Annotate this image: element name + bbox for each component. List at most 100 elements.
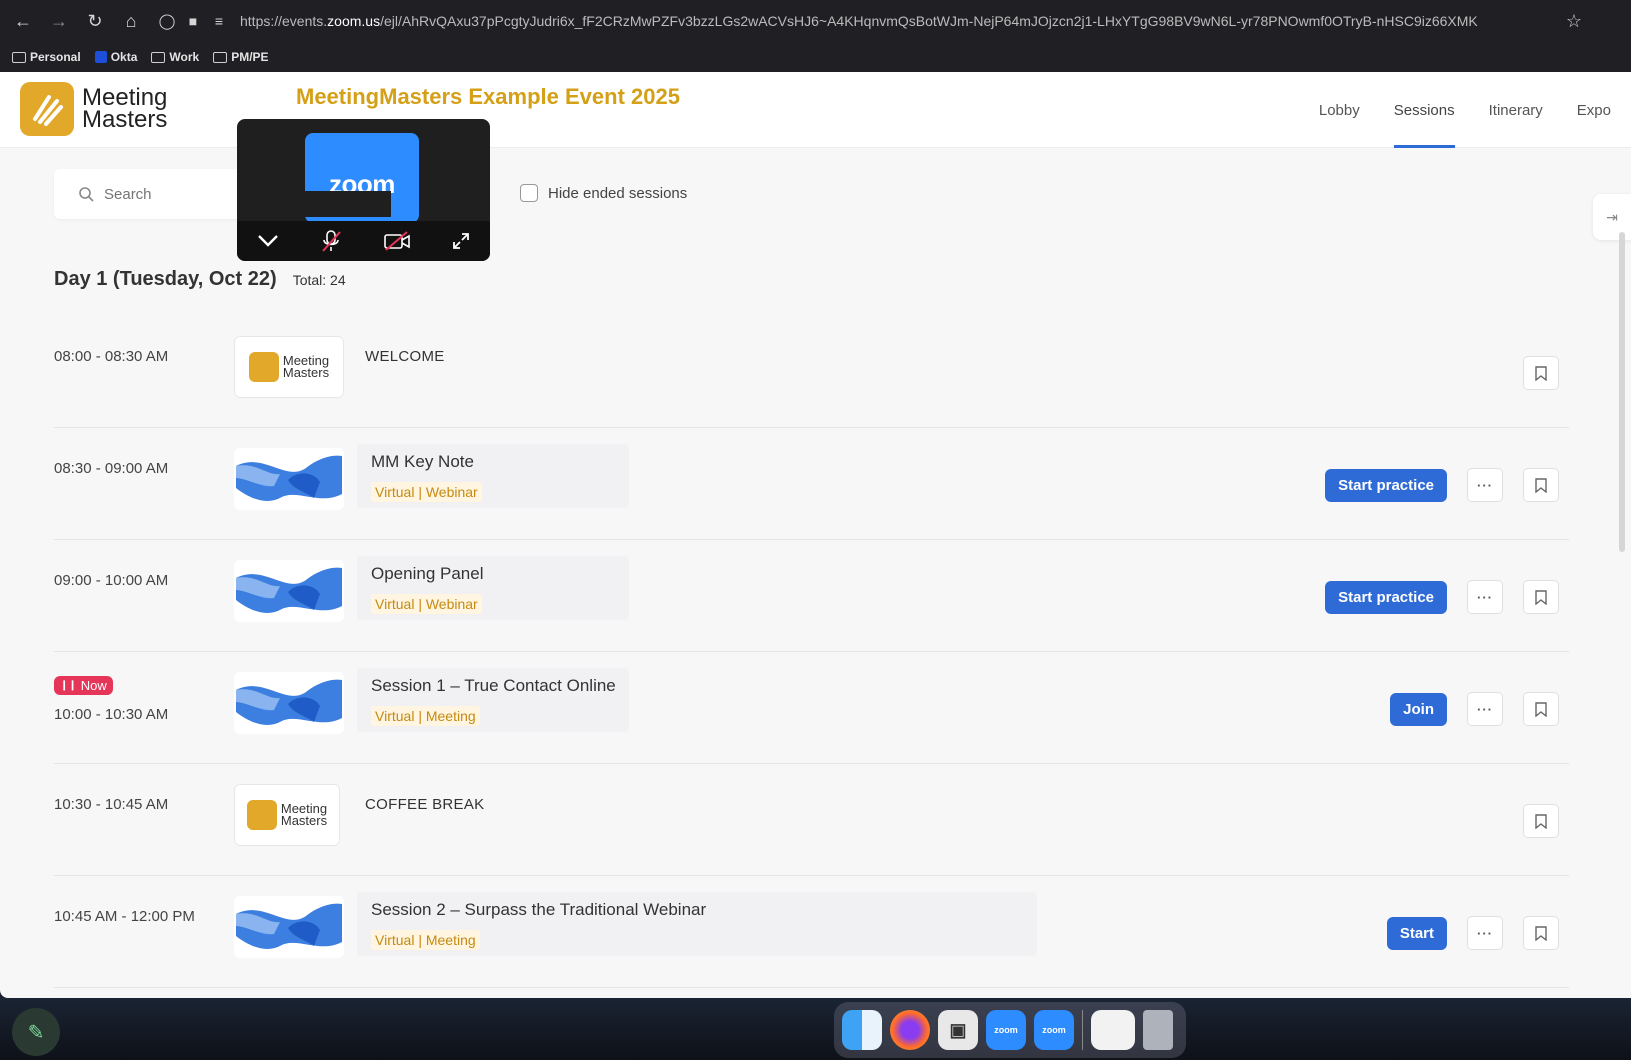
collapse-panel-icon[interactable]: ⇥ xyxy=(1593,194,1631,240)
url-prefix: https://events. xyxy=(240,13,328,29)
session-card[interactable]: Opening Panel Virtual | Webinar xyxy=(357,556,629,620)
zoom-app-icon[interactable]: zoom xyxy=(986,1010,1026,1050)
session-time: 10:30 - 10:45 AM xyxy=(54,796,169,813)
bookmarks-bar: Personal Okta Work PM/PE xyxy=(0,42,1631,72)
bookmark-label: PM/PE xyxy=(231,50,269,64)
forward-icon[interactable]: → xyxy=(46,8,72,34)
session-title: Opening Panel xyxy=(371,564,484,583)
video-off-icon[interactable] xyxy=(383,231,411,251)
now-label: Now xyxy=(80,678,107,693)
lock-icon[interactable]: ■ xyxy=(180,8,206,34)
zoom-mini-window[interactable]: zoom xyxy=(237,119,490,261)
reload-icon[interactable]: ↻ xyxy=(82,8,108,34)
bookmark-pm-pe[interactable]: PM/PE xyxy=(213,50,269,64)
hide-ended-checkbox[interactable] xyxy=(520,184,538,202)
dock: ▣ zoom zoom xyxy=(834,1002,1186,1058)
session-tag: Virtual | Meeting xyxy=(371,706,480,726)
session-tag: Virtual | Webinar xyxy=(371,594,482,614)
expand-icon[interactable] xyxy=(452,232,470,250)
session-title[interactable]: COFFEE BREAK xyxy=(365,796,484,813)
start-practice-button[interactable]: Start practice xyxy=(1325,468,1447,502)
address-bar[interactable]: https://events.zoom.us/ejl/AhRvQAxu37pPc… xyxy=(240,13,1560,29)
bookmark-button[interactable] xyxy=(1523,580,1559,614)
bookmark-personal[interactable]: Personal xyxy=(12,50,81,64)
session-row: 09:00 - 10:00 AM Opening Panel Virtual |… xyxy=(54,540,1569,652)
mic-muted-icon[interactable] xyxy=(320,229,342,253)
session-card[interactable]: Session 2 – Surpass the Traditional Webi… xyxy=(357,892,1037,956)
zoom-controls xyxy=(237,221,490,261)
nav-sessions[interactable]: Sessions xyxy=(1393,72,1455,148)
session-time: 09:00 - 10:00 AM xyxy=(54,572,169,589)
bookmark-icon xyxy=(1535,589,1547,605)
more-options-button[interactable]: ··· xyxy=(1467,580,1503,614)
bookmark-star-icon[interactable]: ☆ xyxy=(1561,8,1587,34)
session-title[interactable]: WELCOME xyxy=(365,348,445,365)
main-nav: Lobby Sessions Itinerary Expo xyxy=(1319,72,1611,148)
bookmark-button[interactable] xyxy=(1523,916,1559,950)
thumb-logo-text: Meeting Masters xyxy=(280,801,328,828)
bookmark-button[interactable] xyxy=(1523,356,1559,390)
bookmark-label: Work xyxy=(169,50,200,64)
zoom-workplace-icon[interactable]: zoom xyxy=(1034,1010,1074,1050)
bookmark-button[interactable] xyxy=(1523,468,1559,502)
screenshot-icon[interactable]: ▣ xyxy=(938,1010,978,1050)
bookmark-icon xyxy=(1535,701,1547,717)
session-card[interactable]: Session 1 – True Contact Online Virtual … xyxy=(357,668,629,732)
search-icon xyxy=(79,187,94,202)
chevron-down-icon[interactable] xyxy=(257,234,279,248)
home-icon[interactable]: ⌂ xyxy=(118,8,144,34)
session-row: 08:30 - 09:00 AM MM Key Note Virtual | W… xyxy=(54,428,1569,540)
row-actions: Start ··· xyxy=(1386,916,1559,950)
meetingmasters-logo-icon: Meeting Masters xyxy=(234,336,344,398)
session-row: 10:30 - 10:45 AM Meeting Masters COFFEE B… xyxy=(54,764,1569,876)
nav-itinerary[interactable]: Itinerary xyxy=(1489,72,1543,148)
folder-icon xyxy=(213,51,228,63)
session-row: 10:45 AM - 12:00 PM Session 2 – Surpass … xyxy=(54,876,1569,988)
meetingmasters-logo-icon: Meeting Masters xyxy=(234,784,340,846)
scrollbar[interactable] xyxy=(1619,232,1625,552)
session-card[interactable]: MM Key Note Virtual | Webinar xyxy=(357,444,629,508)
hide-ended-label: Hide ended sessions xyxy=(548,184,688,202)
session-title: MM Key Note xyxy=(371,452,474,471)
nav-expo[interactable]: Expo xyxy=(1577,72,1611,148)
more-options-button[interactable]: ··· xyxy=(1467,916,1503,950)
more-options-button[interactable]: ··· xyxy=(1467,468,1503,502)
session-thumbnail xyxy=(234,448,344,510)
zoom-wave-icon xyxy=(234,672,344,734)
start-practice-button[interactable]: Start practice xyxy=(1325,580,1447,614)
nav-lobby[interactable]: Lobby xyxy=(1319,72,1360,148)
permissions-icon[interactable]: ≡ xyxy=(206,8,232,34)
row-actions: Start practice ··· xyxy=(1325,580,1559,614)
bookmark-icon xyxy=(1535,813,1547,829)
pen-icon[interactable]: ✎ xyxy=(12,1008,60,1056)
desktop-dock-area: ✎ ▣ zoom zoom xyxy=(0,998,1631,1060)
shield-icon[interactable]: ◯ xyxy=(154,8,180,34)
bookmark-button[interactable] xyxy=(1523,692,1559,726)
folder-icon xyxy=(12,51,26,63)
zoom-wave-icon xyxy=(234,448,344,510)
preview-icon[interactable] xyxy=(1091,1010,1135,1050)
bookmark-button[interactable] xyxy=(1523,804,1559,838)
back-icon[interactable]: ← xyxy=(10,8,36,34)
site-logo[interactable]: Meeting Masters xyxy=(20,82,167,136)
live-icon: ❙❙ xyxy=(60,680,77,691)
row-actions xyxy=(1523,804,1559,838)
join-button[interactable]: Join xyxy=(1390,692,1447,726)
zoom-wave-icon xyxy=(234,560,344,622)
session-time: 08:00 - 08:30 AM xyxy=(54,348,169,365)
folder-icon xyxy=(151,51,166,63)
more-options-button[interactable]: ··· xyxy=(1467,692,1503,726)
logo-mark-icon xyxy=(20,82,74,136)
session-title: Session 1 – True Contact Online xyxy=(371,676,616,695)
session-thumbnail: Meeting Masters xyxy=(234,336,344,398)
hide-ended-toggle[interactable]: Hide ended sessions xyxy=(520,184,687,202)
finder-icon[interactable] xyxy=(842,1010,882,1050)
firefox-icon[interactable] xyxy=(890,1010,930,1050)
trash-icon[interactable] xyxy=(1143,1010,1173,1050)
row-actions: Join ··· xyxy=(1390,692,1559,726)
day-title: Day 1 (Tuesday, Oct 22) xyxy=(54,268,277,290)
bookmark-work[interactable]: Work xyxy=(151,50,199,64)
start-button[interactable]: Start xyxy=(1386,916,1447,950)
logo-line: Masters xyxy=(82,106,168,133)
bookmark-okta[interactable]: Okta xyxy=(94,50,137,64)
